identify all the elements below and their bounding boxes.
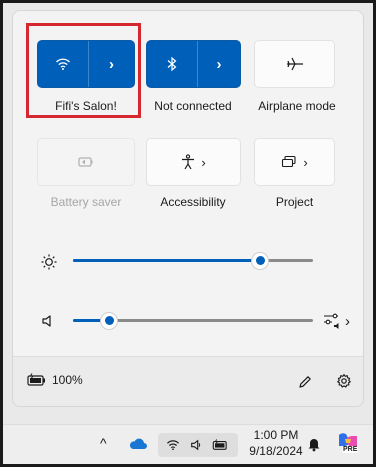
screen-frame: › Fifi's Salon! › Not connected Airplane… [3, 3, 373, 464]
battery-saver-label: Battery saver [50, 195, 122, 209]
quick-settings-footer: 100% [13, 356, 363, 406]
project-label: Project [275, 195, 314, 209]
accessibility-icon [182, 154, 195, 170]
onedrive-icon[interactable] [128, 437, 148, 451]
accessibility-label: Accessibility [160, 195, 226, 209]
bluetooth-expand-button[interactable]: › [197, 41, 240, 87]
pre-badge: PRE [342, 446, 359, 453]
brightness-slider[interactable] [73, 251, 313, 270]
bluetooth-tile[interactable]: › [146, 40, 241, 88]
project-tile[interactable]: › [254, 138, 335, 186]
pencil-icon[interactable] [297, 374, 313, 390]
battery-saver-tile [37, 138, 135, 186]
audio-mixer-icon [324, 313, 339, 329]
chevron-right-icon: › [345, 312, 350, 330]
battery-status[interactable]: 100% [27, 373, 83, 387]
brightness-fill [73, 259, 261, 262]
project-icon [282, 155, 296, 168]
system-tray-network-volume[interactable] [158, 433, 238, 457]
chevron-right-icon: › [216, 55, 222, 73]
copilot-pre-button[interactable]: PRE [336, 431, 360, 457]
audio-output-button[interactable]: › [323, 311, 355, 331]
chevron-right-icon: › [303, 154, 308, 170]
notification-bell-icon[interactable] [307, 436, 321, 452]
speaker-icon[interactable] [41, 314, 55, 328]
wifi-icon [167, 440, 180, 451]
clock[interactable]: 1:00 PM 9/18/2024 [241, 428, 311, 458]
clock-time: 1:00 PM [253, 428, 299, 442]
airplane-icon [286, 57, 303, 71]
volume-slider[interactable] [73, 311, 313, 330]
chevron-up-icon[interactable]: ^ [100, 435, 107, 451]
gear-icon[interactable] [336, 373, 352, 389]
bluetooth-icon [167, 56, 177, 72]
brightness-icon [41, 254, 57, 270]
airplane-mode-tile[interactable] [254, 40, 335, 88]
bluetooth-toggle[interactable] [147, 41, 197, 87]
battery-saver-icon [78, 157, 93, 167]
clock-date: 9/18/2024 [249, 444, 303, 458]
accessibility-tile[interactable]: › [146, 138, 241, 186]
battery-charging-icon [212, 439, 227, 450]
taskbar: ^ 1:00 PM 9/18/2024 PRE [3, 424, 373, 464]
speaker-icon [191, 439, 201, 451]
bluetooth-label: Not connected [154, 99, 232, 113]
wifi-highlight-box [26, 23, 141, 118]
airplane-mode-label: Airplane mode [258, 99, 336, 113]
chevron-right-icon: › [201, 154, 206, 170]
battery-percent: 100% [52, 373, 83, 387]
volume-thumb[interactable] [100, 311, 118, 330]
battery-charging-icon [27, 373, 45, 386]
brightness-thumb[interactable] [251, 251, 270, 270]
